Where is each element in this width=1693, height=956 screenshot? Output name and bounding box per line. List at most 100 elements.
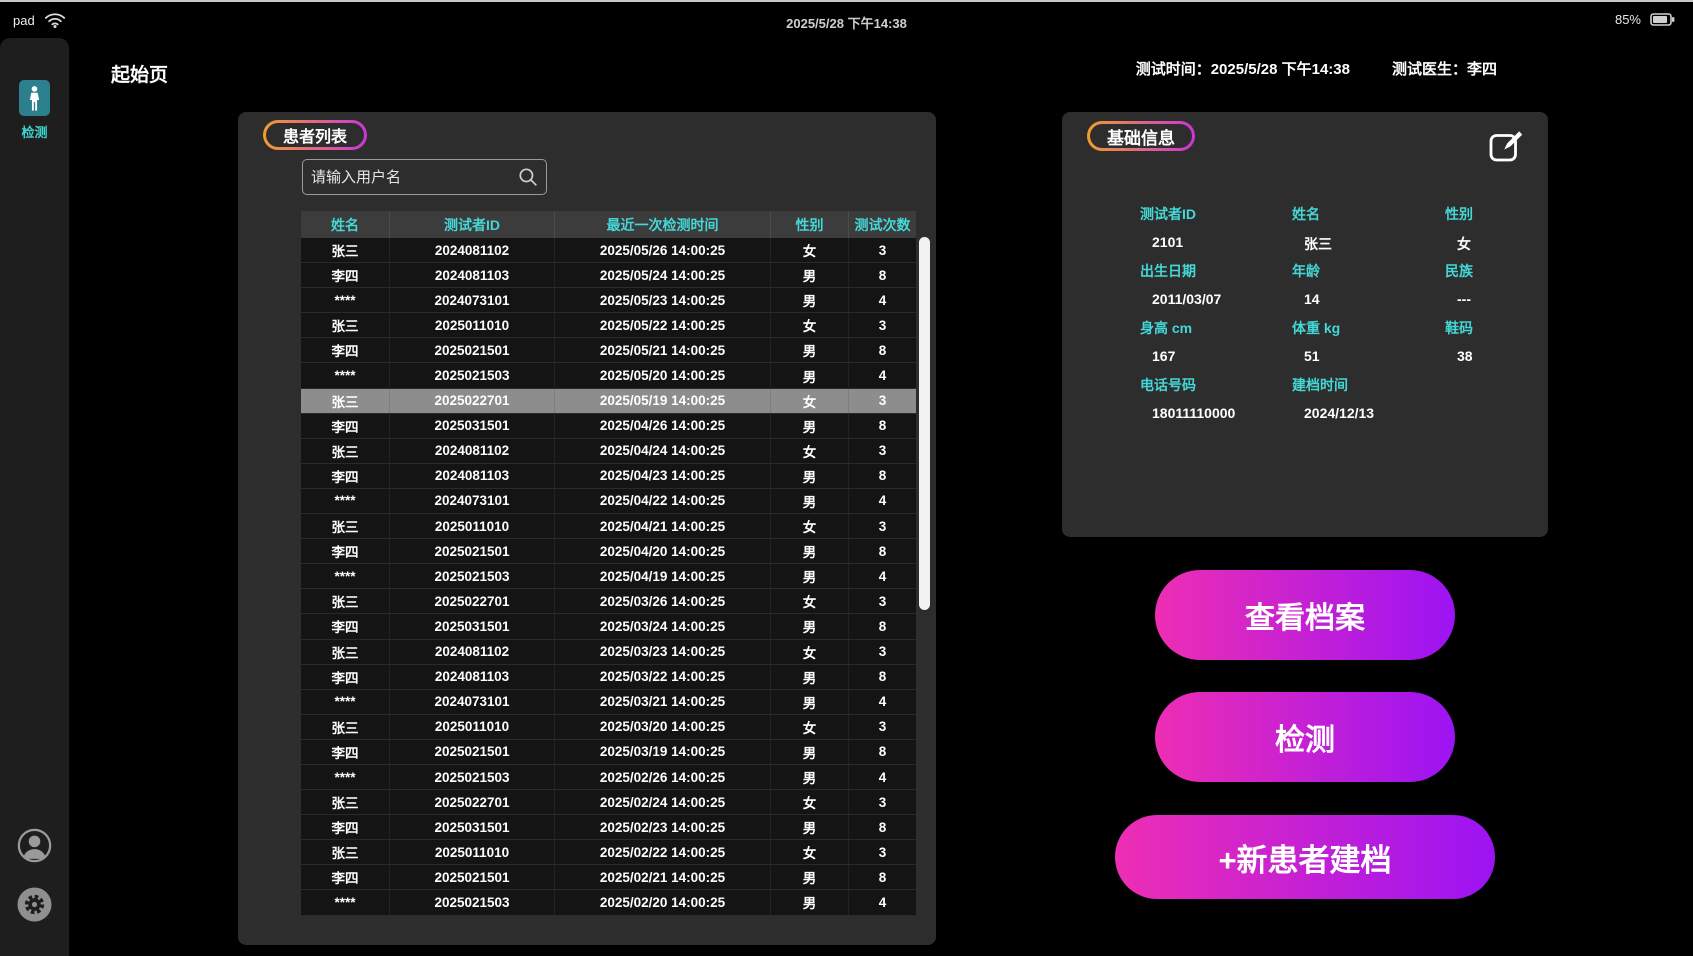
- table-row[interactable]: **** 2025021503 2025/04/19 14:00:25 男 4: [301, 564, 916, 589]
- cell-name: ****: [301, 288, 390, 312]
- info-field: 鞋码 38: [1445, 318, 1530, 375]
- cell-test-count: 3: [849, 439, 916, 463]
- cell-gender: 男: [771, 539, 849, 563]
- sidebar: 检测: [0, 38, 69, 956]
- cell-name: 张三: [301, 313, 390, 337]
- cell-name: ****: [301, 765, 390, 789]
- table-row[interactable]: 张三 2025022701 2025/03/26 14:00:25 女 3: [301, 589, 916, 614]
- cell-id: 2025021501: [390, 740, 555, 764]
- search-box: [302, 159, 547, 195]
- cell-gender: 男: [771, 338, 849, 362]
- table-row[interactable]: 张三 2024081102 2025/03/23 14:00:25 女 3: [301, 640, 916, 665]
- table-row[interactable]: **** 2024073101 2025/05/23 14:00:25 男 4: [301, 288, 916, 313]
- cell-gender: 男: [771, 765, 849, 789]
- cell-test-count: 4: [849, 288, 916, 312]
- table-row[interactable]: 李四 2025031501 2025/04/26 14:00:25 男 8: [301, 414, 916, 439]
- search-icon[interactable]: [518, 167, 538, 187]
- cell-name: ****: [301, 363, 390, 387]
- cell-test-count: 8: [849, 263, 916, 287]
- test-time: 测试时间：2025/5/28 下午14:38: [1136, 58, 1350, 79]
- cell-test-count: 8: [849, 464, 916, 488]
- profile-icon[interactable]: [17, 828, 52, 863]
- search-input[interactable]: [303, 169, 518, 186]
- cell-last-test-time: 2025/05/24 14:00:25: [555, 263, 771, 287]
- cell-last-test-time: 2025/05/23 14:00:25: [555, 288, 771, 312]
- cell-gender: 女: [771, 389, 849, 413]
- cell-name: 李四: [301, 614, 390, 638]
- new-patient-button[interactable]: +新患者建档: [1115, 815, 1495, 899]
- table-row[interactable]: 李四 2025021501 2025/05/21 14:00:25 男 8: [301, 338, 916, 363]
- cell-name: 张三: [301, 640, 390, 664]
- table-row[interactable]: **** 2025021503 2025/02/20 14:00:25 男 4: [301, 890, 916, 915]
- table-row[interactable]: **** 2024073101 2025/04/22 14:00:25 男 4: [301, 489, 916, 514]
- cell-gender: 男: [771, 865, 849, 889]
- table-row[interactable]: 李四 2025021501 2025/02/21 14:00:25 男 8: [301, 865, 916, 890]
- table-row[interactable]: 张三 2025011010 2025/03/20 14:00:25 女 3: [301, 715, 916, 740]
- battery-icon: [1650, 13, 1675, 26]
- info-field: 民族 ---: [1445, 261, 1530, 318]
- info-field: 体重 kg 51: [1292, 318, 1445, 375]
- cell-last-test-time: 2025/02/24 14:00:25: [555, 790, 771, 814]
- cell-last-test-time: 2025/02/26 14:00:25: [555, 765, 771, 789]
- cell-last-test-time: 2025/05/21 14:00:25: [555, 338, 771, 362]
- cell-name: 张三: [301, 389, 390, 413]
- table-scrollbar-thumb[interactable]: [919, 237, 930, 610]
- settings-gear-icon[interactable]: [17, 887, 52, 922]
- table-row[interactable]: 李四 2025021501 2025/03/19 14:00:25 男 8: [301, 740, 916, 765]
- cell-last-test-time: 2025/03/20 14:00:25: [555, 715, 771, 739]
- table-row[interactable]: 张三 2025011010 2025/02/22 14:00:25 女 3: [301, 840, 916, 865]
- table-row[interactable]: 张三 2025022701 2025/05/19 14:00:25 女 3: [301, 389, 916, 414]
- cell-test-count: 4: [849, 765, 916, 789]
- cell-gender: 男: [771, 464, 849, 488]
- cell-id: 2024081103: [390, 263, 555, 287]
- table-row[interactable]: 张三 2024081102 2025/04/24 14:00:25 女 3: [301, 439, 916, 464]
- table-row[interactable]: 张三 2025011010 2025/04/21 14:00:25 女 3: [301, 514, 916, 539]
- cell-test-count: 3: [849, 238, 916, 262]
- cell-id: 2024073101: [390, 288, 555, 312]
- view-archive-button[interactable]: 查看档案: [1155, 570, 1455, 660]
- cell-id: 2025011010: [390, 840, 555, 864]
- detect-button[interactable]: 检测: [1155, 692, 1455, 782]
- table-row[interactable]: 李四 2024081103 2025/03/22 14:00:25 男 8: [301, 665, 916, 690]
- table-row[interactable]: 李四 2024081103 2025/05/24 14:00:25 男 8: [301, 263, 916, 288]
- cell-id: 2025031501: [390, 815, 555, 839]
- cell-name: 张三: [301, 715, 390, 739]
- cell-name: 李四: [301, 865, 390, 889]
- info-field-label: 测试者ID: [1140, 204, 1292, 224]
- table-row[interactable]: 李四 2025021501 2025/04/20 14:00:25 男 8: [301, 539, 916, 564]
- info-field-value: ---: [1445, 291, 1530, 307]
- cell-last-test-time: 2025/04/24 14:00:25: [555, 439, 771, 463]
- info-field-label: 姓名: [1292, 204, 1445, 224]
- cell-last-test-time: 2025/02/23 14:00:25: [555, 815, 771, 839]
- info-field: 电话号码 18011110000: [1140, 375, 1292, 432]
- person-icon: [26, 85, 43, 112]
- column-header-id: 测试者ID: [390, 211, 555, 238]
- cell-id: 2025021503: [390, 564, 555, 588]
- info-field-value: 14: [1292, 291, 1445, 307]
- info-field-value: 38: [1445, 348, 1530, 364]
- cell-test-count: 3: [849, 589, 916, 613]
- table-row[interactable]: 李四 2024081103 2025/04/23 14:00:25 男 8: [301, 464, 916, 489]
- table-row[interactable]: 张三 2024081102 2025/05/26 14:00:25 女 3: [301, 238, 916, 263]
- cell-last-test-time: 2025/03/19 14:00:25: [555, 740, 771, 764]
- cell-id: 2024081102: [390, 640, 555, 664]
- battery-percent: 85%: [1615, 12, 1641, 27]
- table-row[interactable]: 李四 2025031501 2025/02/23 14:00:25 男 8: [301, 815, 916, 840]
- cell-gender: 男: [771, 815, 849, 839]
- table-row[interactable]: **** 2025021503 2025/02/26 14:00:25 男 4: [301, 765, 916, 790]
- cell-gender: 女: [771, 640, 849, 664]
- cell-test-count: 3: [849, 790, 916, 814]
- cell-name: 李四: [301, 665, 390, 689]
- column-header-count: 测试次数: [849, 211, 916, 238]
- info-field-value: 18011110000: [1140, 405, 1292, 421]
- cell-name: 张三: [301, 589, 390, 613]
- table-row[interactable]: **** 2025021503 2025/05/20 14:00:25 男 4: [301, 363, 916, 388]
- cell-last-test-time: 2025/05/20 14:00:25: [555, 363, 771, 387]
- edit-icon[interactable]: [1488, 128, 1523, 163]
- table-row[interactable]: 李四 2025031501 2025/03/24 14:00:25 男 8: [301, 614, 916, 639]
- cell-id: 2025021503: [390, 890, 555, 914]
- sidebar-item-detect[interactable]: [19, 80, 50, 116]
- table-row[interactable]: 张三 2025022701 2025/02/24 14:00:25 女 3: [301, 790, 916, 815]
- table-row[interactable]: **** 2024073101 2025/03/21 14:00:25 男 4: [301, 690, 916, 715]
- table-row[interactable]: 张三 2025011010 2025/05/22 14:00:25 女 3: [301, 313, 916, 338]
